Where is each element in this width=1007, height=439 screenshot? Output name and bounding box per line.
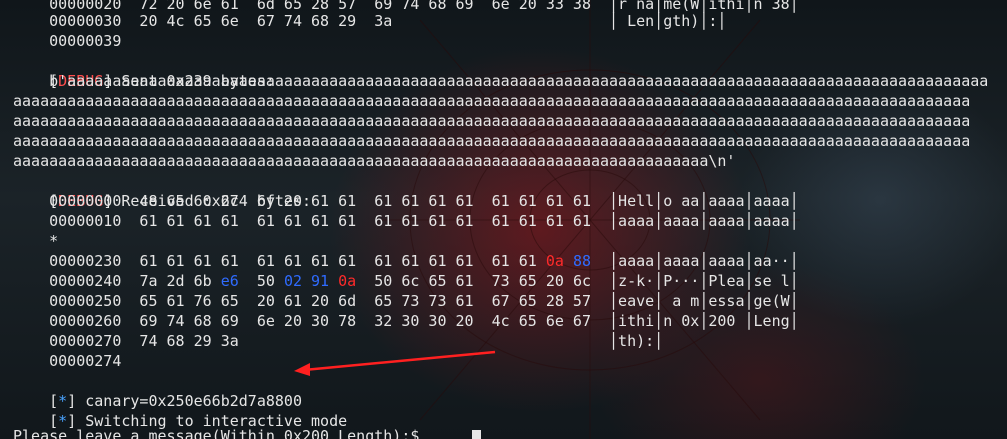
hexdump-line: 00000270 74 68 29 3a │th):│ — [13, 332, 664, 350]
hexdump-offset-line: 00000274 — [13, 352, 122, 370]
canary-info-line: [*] canary=0x250e66b2d7a8800 — [49, 392, 302, 410]
payload-line: aaaaaaaaaaaaaaaaaaaaaaaaaaaaaaaaaaaaaaaa… — [13, 152, 736, 170]
hexdump-line: 00000010 61 61 61 61 61 61 61 61 61 61 6… — [13, 212, 799, 230]
payload-line: aaaaaaaaaaaaaaaaaaaaaaaaaaaaaaaaaaaaaaaa… — [13, 112, 971, 130]
shell-prompt[interactable]: Please leave a message(Within 0x200 Leng… — [13, 426, 428, 439]
hexdump-line: 00000260 69 74 68 69 6e 20 30 78 32 30 3… — [13, 312, 799, 330]
payload-line: b'aaaaaaaaaaaaaaaaaaaaaaaaaaaaaaaaaaaaaa… — [13, 72, 989, 90]
payload-line: aaaaaaaaaaaaaaaaaaaaaaaaaaaaaaaaaaaaaaaa… — [13, 92, 971, 110]
text-cursor[interactable] — [472, 430, 481, 439]
hexdump-line: 00000030 20 4c 65 6e 67 74 68 29 3a │ Le… — [13, 12, 727, 30]
hexdump-line-canary: 00000240 7a 2d 6b e6 50 02 91 0a 50 6c 6… — [49, 272, 799, 290]
hexdump-offset-line: 00000039 — [13, 32, 122, 50]
hexdump-line-canary: 00000230 61 61 61 61 61 61 61 61 61 61 6… — [49, 252, 799, 270]
hexdump-line: 00000250 65 61 76 65 20 61 20 6d 65 73 7… — [13, 292, 799, 310]
debug-sent-line: [DEBUG] Sent 0x239 bytes: — [49, 72, 275, 90]
debug-received-line: [DEBUG] Received 0x274 bytes: — [49, 192, 312, 210]
hexdump-repeat-marker: * — [13, 232, 59, 250]
interactive-mode-line: [*] Switching to interactive mode — [49, 412, 348, 430]
terminal-window[interactable]: 00000020 72 20 6e 61 6d 65 28 57 69 74 6… — [0, 0, 1007, 439]
payload-line: aaaaaaaaaaaaaaaaaaaaaaaaaaaaaaaaaaaaaaaa… — [13, 132, 971, 150]
hexdump-line: 00000000 48 65 6c 6c 6f 20 61 61 61 61 6… — [13, 192, 799, 210]
